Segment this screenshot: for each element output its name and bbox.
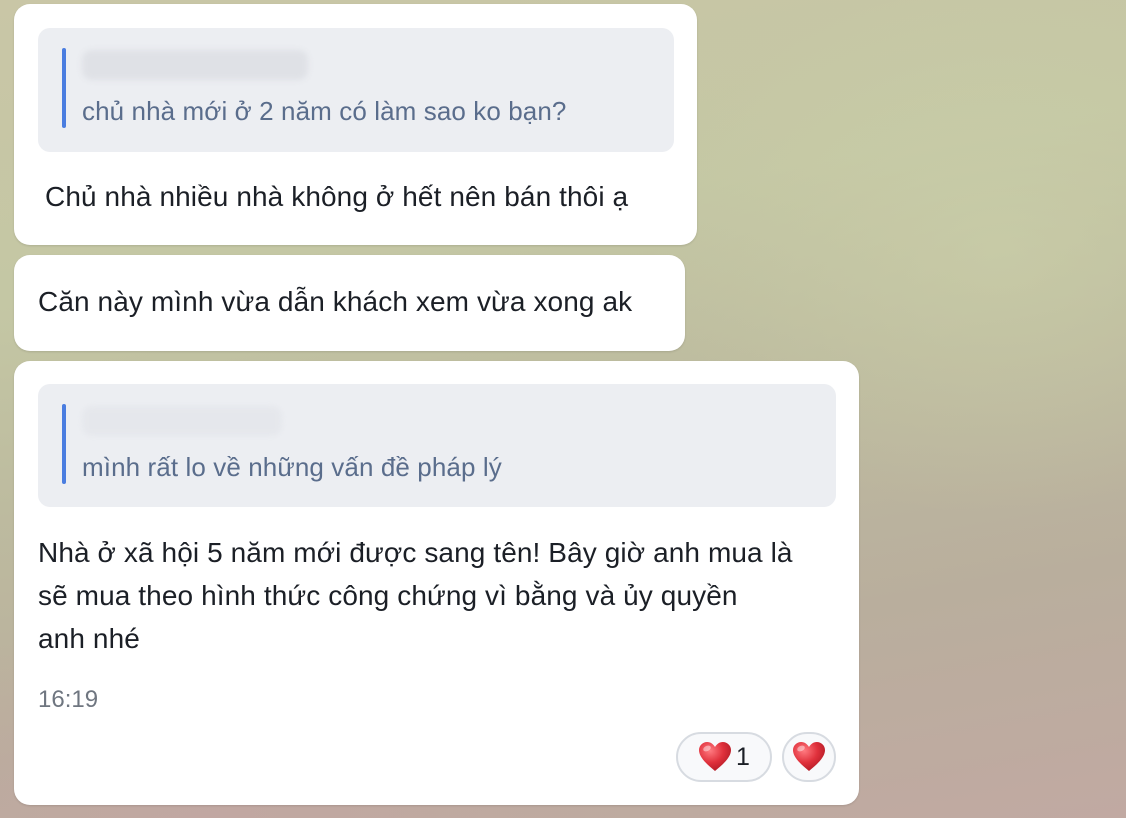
message-bubble[interactable]: chủ nhà mới ở 2 năm có làm sao ko bạn? C… <box>14 4 697 245</box>
quote-sender-name-blurred <box>82 406 282 436</box>
message-text: Chủ nhà nhiều nhà không ở hết nên bán th… <box>45 181 629 212</box>
quote-text: chủ nhà mới ở 2 năm có làm sao ko bạn? <box>82 96 567 126</box>
message-timestamp: 16:19 <box>38 686 99 713</box>
message-line: Nhà ở xã hội 5 năm mới được sang tên! Bâ… <box>38 537 793 568</box>
reaction-heart-count[interactable]: 1 <box>676 732 772 782</box>
add-heart-reaction-button[interactable] <box>782 732 836 782</box>
quote-text: mình rất lo về những vấn đề pháp lý <box>82 452 502 482</box>
quote-sender-name-blurred <box>82 50 308 80</box>
quote-accent-bar <box>62 404 66 484</box>
message-line: anh nhé <box>38 623 140 654</box>
message-line: sẽ mua theo hình thức công chứng vì bằng… <box>38 580 738 611</box>
message-text: Căn này mình vừa dẫn khách xem vừa xong … <box>38 286 633 317</box>
quote-accent-bar <box>62 48 66 128</box>
reply-quote[interactable]: chủ nhà mới ở 2 năm có làm sao ko bạn? <box>38 28 674 152</box>
reply-quote[interactable]: mình rất lo về những vấn đề pháp lý <box>38 384 836 507</box>
heart-icon <box>792 741 826 773</box>
heart-icon <box>698 741 732 773</box>
message-bubble[interactable]: Căn này mình vừa dẫn khách xem vừa xong … <box>14 255 685 351</box>
reaction-count: 1 <box>736 742 750 771</box>
message-bubble[interactable]: mình rất lo về những vấn đề pháp lý Nhà … <box>14 361 859 805</box>
